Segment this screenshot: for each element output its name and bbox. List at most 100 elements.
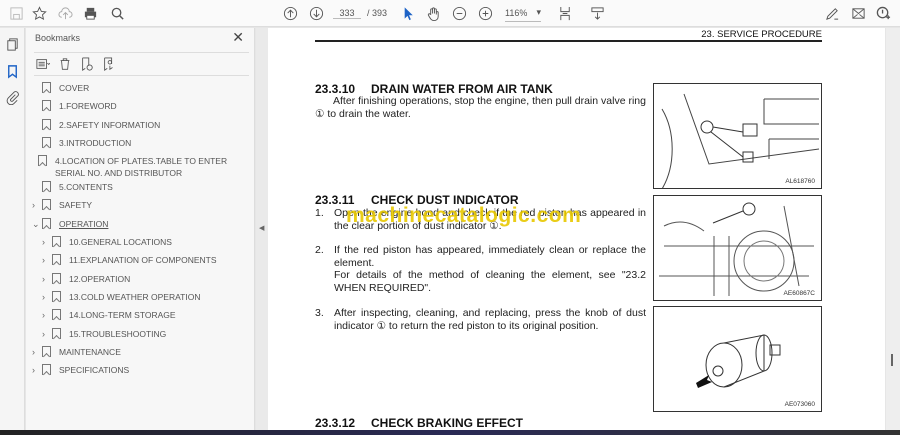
- delete-bookmark-icon[interactable]: [58, 57, 72, 71]
- bookmark-icon: [52, 254, 61, 265]
- bookmark-icon: [42, 199, 51, 210]
- page-thumbnails-icon[interactable]: [5, 37, 20, 52]
- left-rail: [0, 28, 25, 430]
- figure-air-tank: AL618760: [653, 83, 822, 190]
- search-icon[interactable]: [110, 5, 125, 22]
- figure-caption: AL618760: [785, 178, 815, 185]
- figure-dust-indicator-part: AE073060: [653, 306, 822, 412]
- bookmarks-panel: Bookmarks ✕ COVER 1.FOREWORD 2.SAFETY INFO…: [26, 28, 255, 430]
- zoom-level-dropdown[interactable]: 116% ▾: [505, 4, 541, 22]
- chevron-right-icon[interactable]: ›: [42, 273, 52, 285]
- step-3: 3. After inspecting, cleaning, and replac…: [315, 307, 646, 332]
- bookmark-item[interactable]: 2.SAFETY INFORMATION: [32, 119, 237, 131]
- scrollbar-thumb[interactable]: [891, 354, 893, 366]
- close-icon[interactable]: ✕: [232, 29, 244, 46]
- bookmark-label: 10.GENERAL LOCATIONS: [69, 237, 172, 247]
- bookmark-label: 15.TROUBLESHOOTING: [69, 329, 167, 339]
- chevron-right-icon[interactable]: ›: [32, 364, 42, 376]
- options-menu-icon[interactable]: [36, 57, 51, 71]
- bookmark-label: COVER: [59, 83, 90, 93]
- bookmark-item[interactable]: 4.LOCATION OF PLATES.TABLE TO ENTER SERI…: [32, 155, 237, 179]
- next-page-icon[interactable]: [309, 5, 324, 22]
- bookmark-item[interactable]: › 13.COLD WEATHER OPERATION: [42, 291, 242, 303]
- add-bookmark-icon[interactable]: [80, 57, 94, 71]
- bookmark-item[interactable]: 1.FOREWORD: [32, 100, 237, 112]
- watermark: machinecatalogic.com: [346, 204, 582, 227]
- find-bookmark-icon[interactable]: [102, 57, 116, 71]
- chevron-right-icon[interactable]: ›: [42, 236, 52, 248]
- chevron-right-icon[interactable]: ›: [42, 328, 52, 340]
- bookmark-label: 13.COLD WEATHER OPERATION: [69, 292, 201, 302]
- bookmark-label: OPERATION: [59, 219, 109, 229]
- bookmark-icon: [52, 309, 61, 320]
- bookmark-label: 4.LOCATION OF PLATES.TABLE TO ENTER SERI…: [55, 156, 228, 178]
- bookmark-item[interactable]: › MAINTENANCE: [32, 346, 237, 358]
- bookmark-icon: [38, 155, 48, 166]
- page-number-input[interactable]: 333: [333, 8, 361, 19]
- fit-page-icon[interactable]: [558, 5, 573, 22]
- zoom-in-icon[interactable]: [478, 5, 493, 22]
- hand-tool-icon[interactable]: [426, 5, 441, 22]
- chevron-right-icon[interactable]: ›: [32, 199, 42, 211]
- step-text: If the red piston has appeared, immediat…: [334, 244, 646, 269]
- chevron-right-icon[interactable]: ›: [32, 346, 42, 358]
- bookmarks-panel-icon[interactable]: [5, 64, 20, 79]
- scroll-mode-icon[interactable]: [590, 5, 605, 22]
- star-icon[interactable]: [32, 5, 47, 22]
- print-icon[interactable]: [83, 5, 98, 22]
- bookmarks-title: Bookmarks: [35, 33, 81, 43]
- bookmark-item[interactable]: COVER: [32, 82, 237, 94]
- section-number: 23.3.10: [315, 82, 356, 96]
- step-number: 1.: [315, 207, 324, 219]
- bookmark-icon: [42, 119, 51, 130]
- attachments-icon[interactable]: [5, 90, 20, 106]
- bookmark-label: 12.OPERATION: [69, 274, 131, 284]
- sign-icon[interactable]: [825, 5, 840, 22]
- chevron-right-icon[interactable]: ›: [42, 254, 52, 266]
- bookmark-label: 1.FOREWORD: [59, 101, 117, 111]
- bookmark-item[interactable]: › SAFETY: [32, 199, 237, 211]
- chevron-right-icon[interactable]: ›: [42, 309, 52, 321]
- step-2: 2. If the red piston has appeared, immedi…: [315, 244, 646, 269]
- section-heading-23-3-12: 23.3.12 CHECK BRAKING EFFECT: [315, 416, 523, 430]
- email-icon[interactable]: [851, 5, 866, 22]
- bookmark-item[interactable]: 3.INTRODUCTION: [32, 137, 237, 149]
- chevron-right-icon[interactable]: ›: [42, 291, 52, 303]
- vertical-scrollbar[interactable]: [886, 28, 900, 430]
- bookmark-icon: [42, 137, 51, 148]
- bookmark-icon: [42, 100, 51, 111]
- upload-cloud-icon[interactable]: [58, 5, 73, 22]
- bookmark-label: 5.CONTENTS: [59, 182, 113, 192]
- previous-page-icon[interactable]: [283, 5, 298, 22]
- bookmark-item[interactable]: › SPECIFICATIONS: [32, 364, 237, 376]
- page-header: 23. SERVICE PROCEDURE: [701, 29, 822, 40]
- section-heading-23-3-10: 23.3.10 DRAIN WATER FROM AIR TANK: [315, 82, 553, 96]
- chevron-down-icon[interactable]: ⌄: [32, 218, 42, 230]
- save-icon[interactable]: [9, 5, 24, 22]
- account-icon[interactable]: [876, 5, 891, 22]
- chevron-down-icon: ▾: [536, 7, 541, 17]
- taskbar-edge: [0, 430, 900, 435]
- collapse-panel-icon[interactable]: ◀: [259, 224, 264, 232]
- bookmark-label: 2.SAFETY INFORMATION: [59, 120, 161, 130]
- bookmark-icon: [42, 218, 51, 229]
- bookmark-item[interactable]: › 12.OPERATION: [42, 273, 242, 285]
- panel-splitter[interactable]: ◀: [256, 28, 268, 430]
- figure-caption: AE60867C: [783, 290, 815, 297]
- bookmark-icon: [42, 346, 51, 357]
- bookmark-item[interactable]: 5.CONTENTS: [32, 181, 237, 193]
- bookmark-item[interactable]: › 14.LONG-TERM STORAGE: [42, 309, 242, 321]
- bookmark-item[interactable]: › 15.TROUBLESHOOTING: [42, 328, 242, 340]
- bookmark-item[interactable]: › 11.EXPLANATION OF COMPONENTS: [42, 254, 242, 266]
- select-cursor-icon[interactable]: [400, 5, 415, 22]
- step-text: After inspecting, cleaning, and replacin…: [334, 307, 646, 332]
- section-title: CHECK BRAKING EFFECT: [371, 416, 523, 430]
- figure-dust-indicator-engine: AE60867C: [653, 195, 822, 301]
- figure-caption: AE073060: [784, 401, 815, 408]
- section-number: 23.3.12: [315, 416, 356, 430]
- zoom-out-icon[interactable]: [452, 5, 467, 22]
- bookmark-item[interactable]: › 10.GENERAL LOCATIONS: [42, 236, 242, 248]
- bookmark-item[interactable]: ⌄ OPERATION: [32, 218, 237, 230]
